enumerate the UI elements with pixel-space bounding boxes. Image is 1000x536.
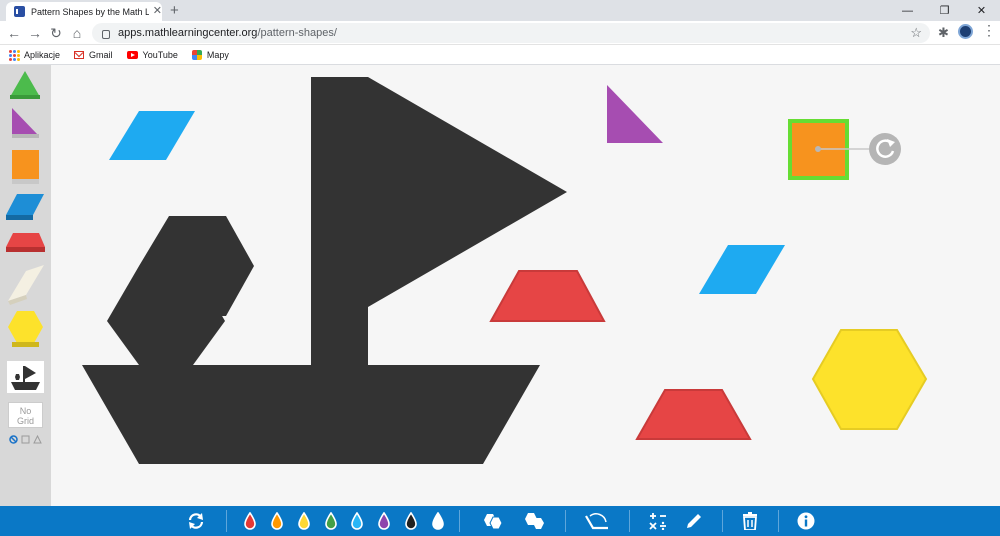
purple-triangle-piece[interactable] bbox=[607, 85, 663, 143]
browser-toolbar: ← → ↻ ⌂ apps.mathlearningcenter.org/patt… bbox=[0, 21, 1000, 45]
window-controls: — ❐ ✕ bbox=[889, 0, 1000, 21]
lock-icon bbox=[102, 29, 110, 39]
toolbar-separator bbox=[459, 510, 460, 532]
toolbar-separator bbox=[565, 510, 566, 532]
no-grid-option-icon[interactable] bbox=[9, 435, 18, 444]
info-icon[interactable] bbox=[796, 510, 816, 532]
bookmark-apps[interactable]: Aplikacje bbox=[9, 49, 61, 61]
extensions-icon[interactable]: ✱ bbox=[938, 25, 949, 41]
color-drop-icon[interactable] bbox=[324, 512, 337, 530]
new-tab-button[interactable]: + bbox=[170, 2, 179, 19]
palette-shapes bbox=[6, 71, 45, 393]
color-drop-icon[interactable] bbox=[378, 512, 391, 530]
red-trapezoid-piece[interactable] bbox=[489, 270, 606, 322]
blue-rhombus-piece[interactable] bbox=[109, 111, 195, 160]
tab-close-icon[interactable]: ✕ bbox=[153, 6, 162, 17]
gmail-icon bbox=[74, 50, 85, 59]
measure-angle-icon[interactable] bbox=[584, 510, 610, 532]
grid-options bbox=[9, 435, 42, 444]
red-trapezoid-piece[interactable] bbox=[635, 389, 752, 440]
browser-menu-icon[interactable]: ⋮ bbox=[982, 22, 996, 39]
trash-icon[interactable] bbox=[740, 510, 760, 532]
toolbar-separator bbox=[778, 510, 779, 532]
address-bar[interactable]: apps.mathlearningcenter.org/pattern-shap… bbox=[92, 23, 930, 43]
apps-grid-icon bbox=[9, 49, 20, 61]
triangle-grid-option-icon[interactable] bbox=[33, 435, 42, 444]
palette-blue-rhombus[interactable] bbox=[6, 194, 44, 220]
forward-icon[interactable]: → bbox=[25, 23, 45, 43]
maps-icon bbox=[191, 49, 202, 60]
browser-tab-strip: Pattern Shapes by the Math Lear ✕ + — ❐ … bbox=[0, 0, 1000, 21]
restore-icon[interactable]: ❐ bbox=[926, 0, 963, 21]
bookmark-gmail[interactable]: Gmail bbox=[74, 50, 113, 60]
pencil-icon[interactable] bbox=[684, 510, 704, 532]
color-drop-icon[interactable] bbox=[297, 512, 310, 530]
blue-rhombus-piece[interactable] bbox=[699, 245, 785, 294]
browser-tab[interactable]: Pattern Shapes by the Math Lear ✕ bbox=[6, 2, 162, 21]
group-shapes-icon[interactable] bbox=[480, 510, 504, 532]
ungroup-shapes-icon[interactable] bbox=[522, 510, 546, 532]
bookmark-star-icon[interactable]: ☆ bbox=[910, 25, 922, 41]
toolbar-separator bbox=[226, 510, 227, 532]
workspace-canvas[interactable] bbox=[51, 65, 1000, 506]
rotate-handle-icon[interactable] bbox=[869, 133, 901, 165]
no-grid-label-line1: No bbox=[19, 406, 32, 416]
no-grid-button[interactable]: No Grid bbox=[8, 402, 43, 428]
color-drop-icon[interactable] bbox=[271, 512, 283, 530]
toolbar-separator bbox=[722, 510, 723, 532]
home-icon[interactable]: ⌂ bbox=[67, 23, 87, 43]
boat-template-button[interactable] bbox=[7, 361, 44, 393]
youtube-icon bbox=[126, 50, 138, 59]
profile-avatar[interactable] bbox=[958, 24, 973, 39]
url-host: apps.mathlearningcenter.org bbox=[118, 27, 258, 39]
rotate-icon[interactable] bbox=[185, 510, 207, 532]
selected-orange-square[interactable] bbox=[788, 119, 869, 180]
square-grid-option-icon[interactable] bbox=[21, 435, 30, 444]
no-grid-label-line2: Grid bbox=[16, 416, 34, 426]
site-favicon-icon bbox=[14, 6, 27, 17]
bookmark-youtube[interactable]: YouTube bbox=[126, 49, 178, 60]
url-path: /pattern-shapes/ bbox=[257, 27, 337, 39]
bookmark-label: Gmail bbox=[89, 49, 113, 60]
color-drop-icon[interactable] bbox=[405, 512, 417, 530]
color-drop-icon[interactable] bbox=[244, 512, 256, 530]
color-drops bbox=[244, 510, 444, 532]
bookmark-label: Mapy bbox=[206, 49, 229, 60]
palette-purple-triangle[interactable] bbox=[12, 108, 39, 138]
toolbar-separator bbox=[629, 510, 630, 532]
color-drop-icon[interactable] bbox=[432, 512, 444, 530]
palette-green-triangle[interactable] bbox=[10, 71, 40, 99]
bookmark-label: YouTube bbox=[142, 49, 178, 60]
bookmark-label: Aplikacje bbox=[24, 49, 61, 60]
bookmarks-bar: Aplikacje Gmail YouTube Mapy bbox=[0, 45, 1000, 65]
palette-orange-square[interactable] bbox=[12, 150, 39, 184]
minimize-icon[interactable]: — bbox=[889, 0, 926, 21]
palette-yellow-hexagon[interactable] bbox=[8, 311, 43, 347]
back-icon[interactable]: ← bbox=[4, 23, 24, 43]
palette-red-trapezoid[interactable] bbox=[6, 233, 45, 252]
workspace-svg bbox=[82, 77, 928, 464]
palette-tan-rhombus[interactable] bbox=[8, 265, 44, 305]
bookmark-maps[interactable]: Mapy bbox=[191, 49, 229, 60]
tab-title: Pattern Shapes by the Math Lear bbox=[30, 6, 149, 17]
bottom-toolbar bbox=[0, 506, 1000, 536]
close-window-icon[interactable]: ✕ bbox=[963, 0, 1000, 21]
math-operations-icon[interactable] bbox=[648, 510, 668, 532]
shape-palette: No Grid bbox=[0, 65, 51, 506]
color-drop-icon[interactable] bbox=[351, 512, 364, 530]
yellow-hexagon-piece[interactable] bbox=[811, 329, 928, 430]
reload-icon[interactable]: ↻ bbox=[46, 23, 66, 43]
